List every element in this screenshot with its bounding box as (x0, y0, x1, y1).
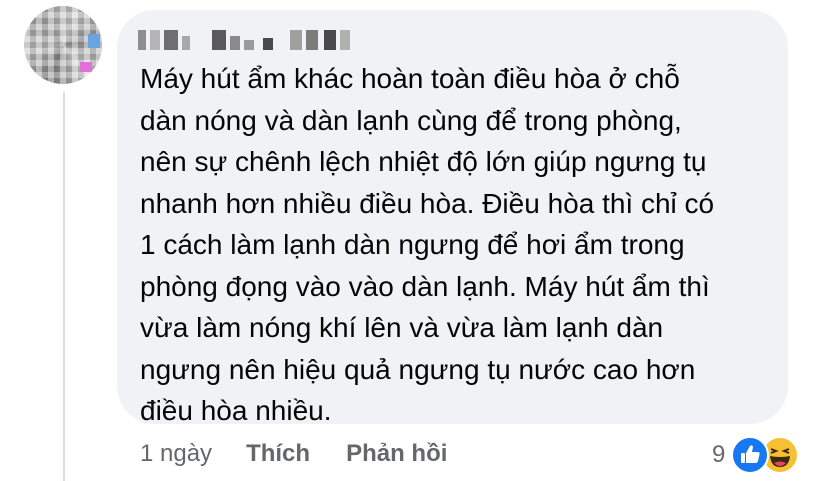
comment-actions: 1 ngày Thích Phản hồi (140, 440, 483, 468)
avatar-pixel (88, 34, 100, 48)
reaction-count: 9 (712, 441, 726, 468)
like-button[interactable]: Thích (246, 440, 310, 468)
reactions-summary[interactable]: 9 (712, 436, 800, 474)
avatar[interactable] (24, 6, 102, 84)
like-icon (731, 436, 770, 474)
avatar-pixel (80, 62, 92, 72)
comment-text: Máy hút ẩm khác hoàn toàn điều hòa ở chỗ… (140, 63, 715, 426)
thread-line (63, 92, 65, 481)
reply-button[interactable]: Phản hồi (346, 440, 447, 468)
timestamp[interactable]: 1 ngày (140, 440, 212, 468)
